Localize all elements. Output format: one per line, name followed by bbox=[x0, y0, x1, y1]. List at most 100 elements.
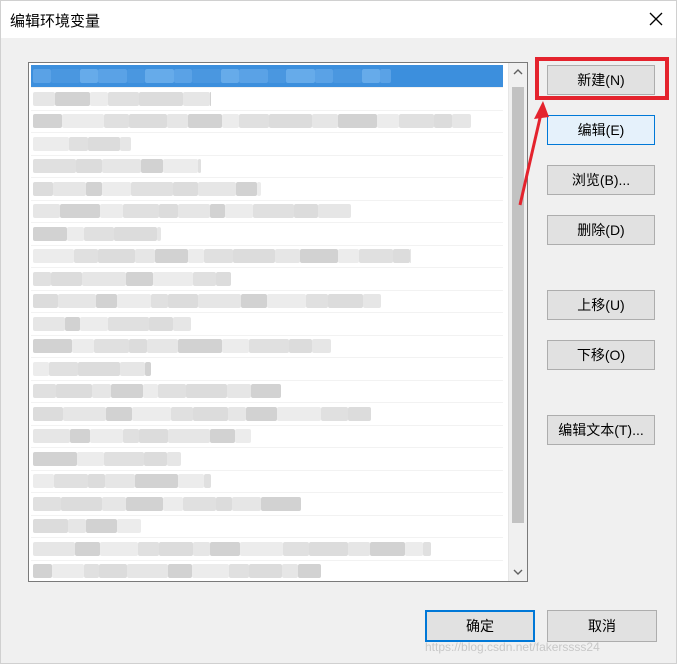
blurred-text-block bbox=[239, 114, 269, 128]
blurred-text-block bbox=[178, 474, 204, 488]
blurred-text-block bbox=[86, 181, 102, 196]
ok-button[interactable]: 确定 bbox=[425, 610, 535, 642]
list-item[interactable] bbox=[31, 538, 503, 560]
blurred-text-block bbox=[168, 564, 192, 578]
blurred-text-block bbox=[222, 114, 239, 128]
blurred-text-block bbox=[240, 541, 283, 556]
blurred-text-block bbox=[267, 294, 306, 308]
edit-text-button[interactable]: 编辑文本(T)... bbox=[547, 415, 655, 445]
blurred-text-block bbox=[52, 564, 84, 578]
blurred-text-block bbox=[33, 496, 61, 511]
list-item[interactable] bbox=[31, 245, 503, 267]
blurred-text-block bbox=[132, 406, 171, 421]
list-item[interactable] bbox=[31, 88, 503, 110]
blurred-text-block bbox=[60, 204, 100, 218]
blurred-text-block bbox=[225, 204, 253, 218]
blurred-text-block bbox=[167, 114, 188, 128]
cancel-button[interactable]: 取消 bbox=[547, 610, 657, 642]
blurred-text-block bbox=[61, 496, 102, 511]
close-button[interactable] bbox=[641, 4, 671, 34]
blurred-text-block bbox=[94, 339, 129, 353]
blurred-text-block bbox=[239, 69, 268, 83]
list-item[interactable] bbox=[31, 268, 503, 290]
blurred-text-block bbox=[56, 384, 92, 398]
list-item[interactable] bbox=[31, 470, 503, 492]
window-title: 编辑环境变量 bbox=[10, 13, 101, 30]
blurred-text-block bbox=[193, 541, 210, 556]
blurred-text-block bbox=[434, 114, 452, 128]
blurred-text-block bbox=[363, 294, 381, 308]
list-item[interactable] bbox=[31, 223, 503, 245]
blurred-text-block bbox=[138, 541, 159, 556]
blurred-text-block bbox=[236, 181, 257, 196]
scroll-down-button[interactable] bbox=[509, 563, 527, 581]
env-variable-list[interactable] bbox=[28, 62, 528, 582]
blurred-text-block bbox=[186, 384, 227, 398]
blurred-text-block bbox=[157, 226, 161, 241]
scroll-up-button[interactable] bbox=[509, 63, 527, 81]
blurred-text-block bbox=[198, 159, 201, 173]
list-item[interactable] bbox=[31, 358, 503, 380]
blurred-text-block bbox=[33, 361, 49, 376]
blurred-text-block bbox=[145, 69, 174, 83]
blurred-text-block bbox=[131, 181, 173, 196]
blurred-text-block bbox=[67, 226, 84, 241]
list-item[interactable] bbox=[31, 133, 503, 155]
blurred-text-block bbox=[90, 91, 108, 106]
list-item[interactable] bbox=[31, 313, 503, 335]
list-item[interactable] bbox=[31, 335, 503, 357]
list-item[interactable] bbox=[31, 65, 503, 87]
blurred-text-block bbox=[204, 249, 233, 263]
blurred-text-block bbox=[98, 69, 127, 83]
blurred-text-block bbox=[51, 271, 82, 286]
list-item[interactable] bbox=[31, 560, 503, 581]
watermark: https://blog.csdn.net/fakerssss24 bbox=[425, 640, 600, 654]
list-item[interactable] bbox=[31, 515, 503, 537]
blurred-text-block bbox=[33, 564, 52, 578]
list-item[interactable] bbox=[31, 380, 503, 402]
new-button[interactable]: 新建(N) bbox=[547, 65, 655, 95]
list-item[interactable] bbox=[31, 200, 503, 222]
blurred-text-block bbox=[33, 519, 68, 533]
blurred-text-block bbox=[33, 316, 65, 331]
blurred-text-block bbox=[269, 114, 312, 128]
blurred-text-block bbox=[173, 181, 198, 196]
blurred-text-block bbox=[306, 294, 328, 308]
delete-button[interactable]: 删除(D) bbox=[547, 215, 655, 245]
blurred-text-block bbox=[232, 496, 261, 511]
blurred-text-block bbox=[294, 204, 318, 218]
browse-button[interactable]: 浏览(B)... bbox=[547, 165, 655, 195]
list-item[interactable] bbox=[31, 290, 503, 312]
blurred-text-block bbox=[393, 249, 410, 263]
blurred-text-block bbox=[362, 69, 380, 83]
list-item[interactable] bbox=[31, 425, 503, 447]
blurred-text-block bbox=[261, 496, 301, 511]
blurred-text-block bbox=[33, 339, 72, 353]
list-item[interactable] bbox=[31, 178, 503, 200]
blurred-text-block bbox=[348, 406, 371, 421]
blurred-text-block bbox=[127, 564, 168, 578]
blurred-text-block bbox=[65, 316, 80, 331]
blurred-text-block bbox=[377, 114, 399, 128]
blurred-text-block bbox=[120, 136, 131, 151]
list-item[interactable] bbox=[31, 448, 503, 470]
list-item[interactable] bbox=[31, 493, 503, 515]
blurred-text-block bbox=[312, 114, 338, 128]
blurred-text-block bbox=[216, 271, 231, 286]
blurred-text-block bbox=[233, 249, 275, 263]
list-item[interactable] bbox=[31, 403, 503, 425]
blurred-text-block bbox=[104, 451, 144, 466]
blurred-text-block bbox=[159, 541, 193, 556]
blurred-text-block bbox=[222, 339, 249, 353]
blurred-text-block bbox=[380, 69, 391, 83]
list-item[interactable] bbox=[31, 110, 503, 132]
edit-button[interactable]: 编辑(E) bbox=[547, 115, 655, 145]
move-down-button[interactable]: 下移(O) bbox=[547, 340, 655, 370]
list-item[interactable] bbox=[31, 155, 503, 177]
blurred-text-block bbox=[126, 271, 153, 286]
move-up-button[interactable]: 上移(U) bbox=[547, 290, 655, 320]
blurred-text-block bbox=[33, 474, 54, 488]
blurred-text-block bbox=[75, 541, 100, 556]
blurred-text-block bbox=[167, 451, 181, 466]
blurred-text-block bbox=[171, 406, 193, 421]
